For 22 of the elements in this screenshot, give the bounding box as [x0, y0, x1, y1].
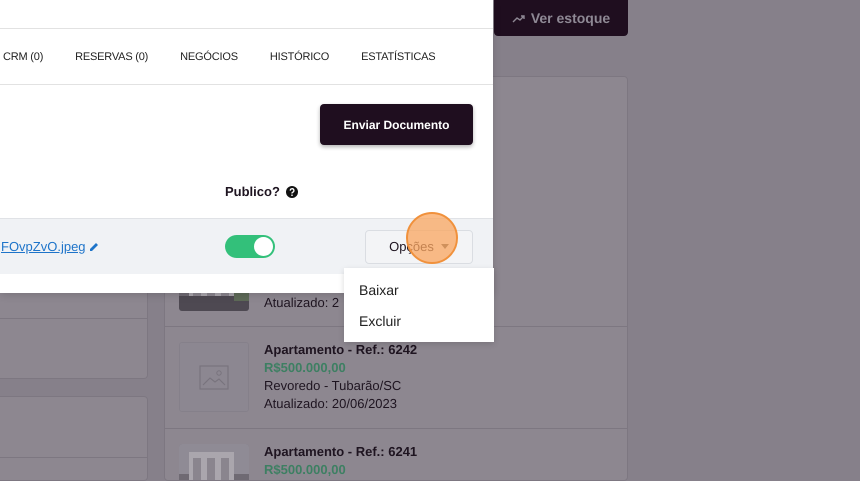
menu-item[interactable]: Excluir: [344, 305, 494, 336]
tab[interactable]: RESERVAS (0): [75, 50, 148, 62]
listing-price: R$500.000,00: [264, 462, 347, 478]
tab[interactable]: HISTÓRICO: [270, 50, 330, 62]
send-document-button[interactable]: Enviar Documento: [320, 104, 473, 145]
listing-title: Apartamento - Ref.: 6242: [264, 342, 418, 358]
column-header: Publico?: [225, 184, 280, 199]
listing-address: Revoredo - Tubarão/SC: [264, 378, 402, 394]
tab[interactable]: NEGÓCIOS: [180, 50, 238, 62]
stock-button[interactable]: Ver estoque: [494, 0, 628, 36]
menu-item[interactable]: Baixar: [344, 274, 494, 305]
listing-date: Atualizado: 20/06/2023: [264, 396, 398, 412]
tab[interactable]: ESTATÍSTICAS: [361, 50, 436, 62]
listing-price: R$500.000,00: [264, 360, 347, 376]
listing-date: Atualizado: 2: [264, 295, 340, 311]
help-icon[interactable]: [286, 186, 298, 198]
listing-title: Apartamento - Ref.: 6241: [264, 444, 418, 460]
pencil-icon[interactable]: [88, 241, 100, 252]
trend-icon: [512, 14, 526, 22]
file-link[interactable]: FOvpZvO.jpeg: [0, 239, 86, 254]
public-toggle[interactable]: [225, 235, 275, 258]
tab[interactable]: CRM (0): [3, 50, 44, 62]
